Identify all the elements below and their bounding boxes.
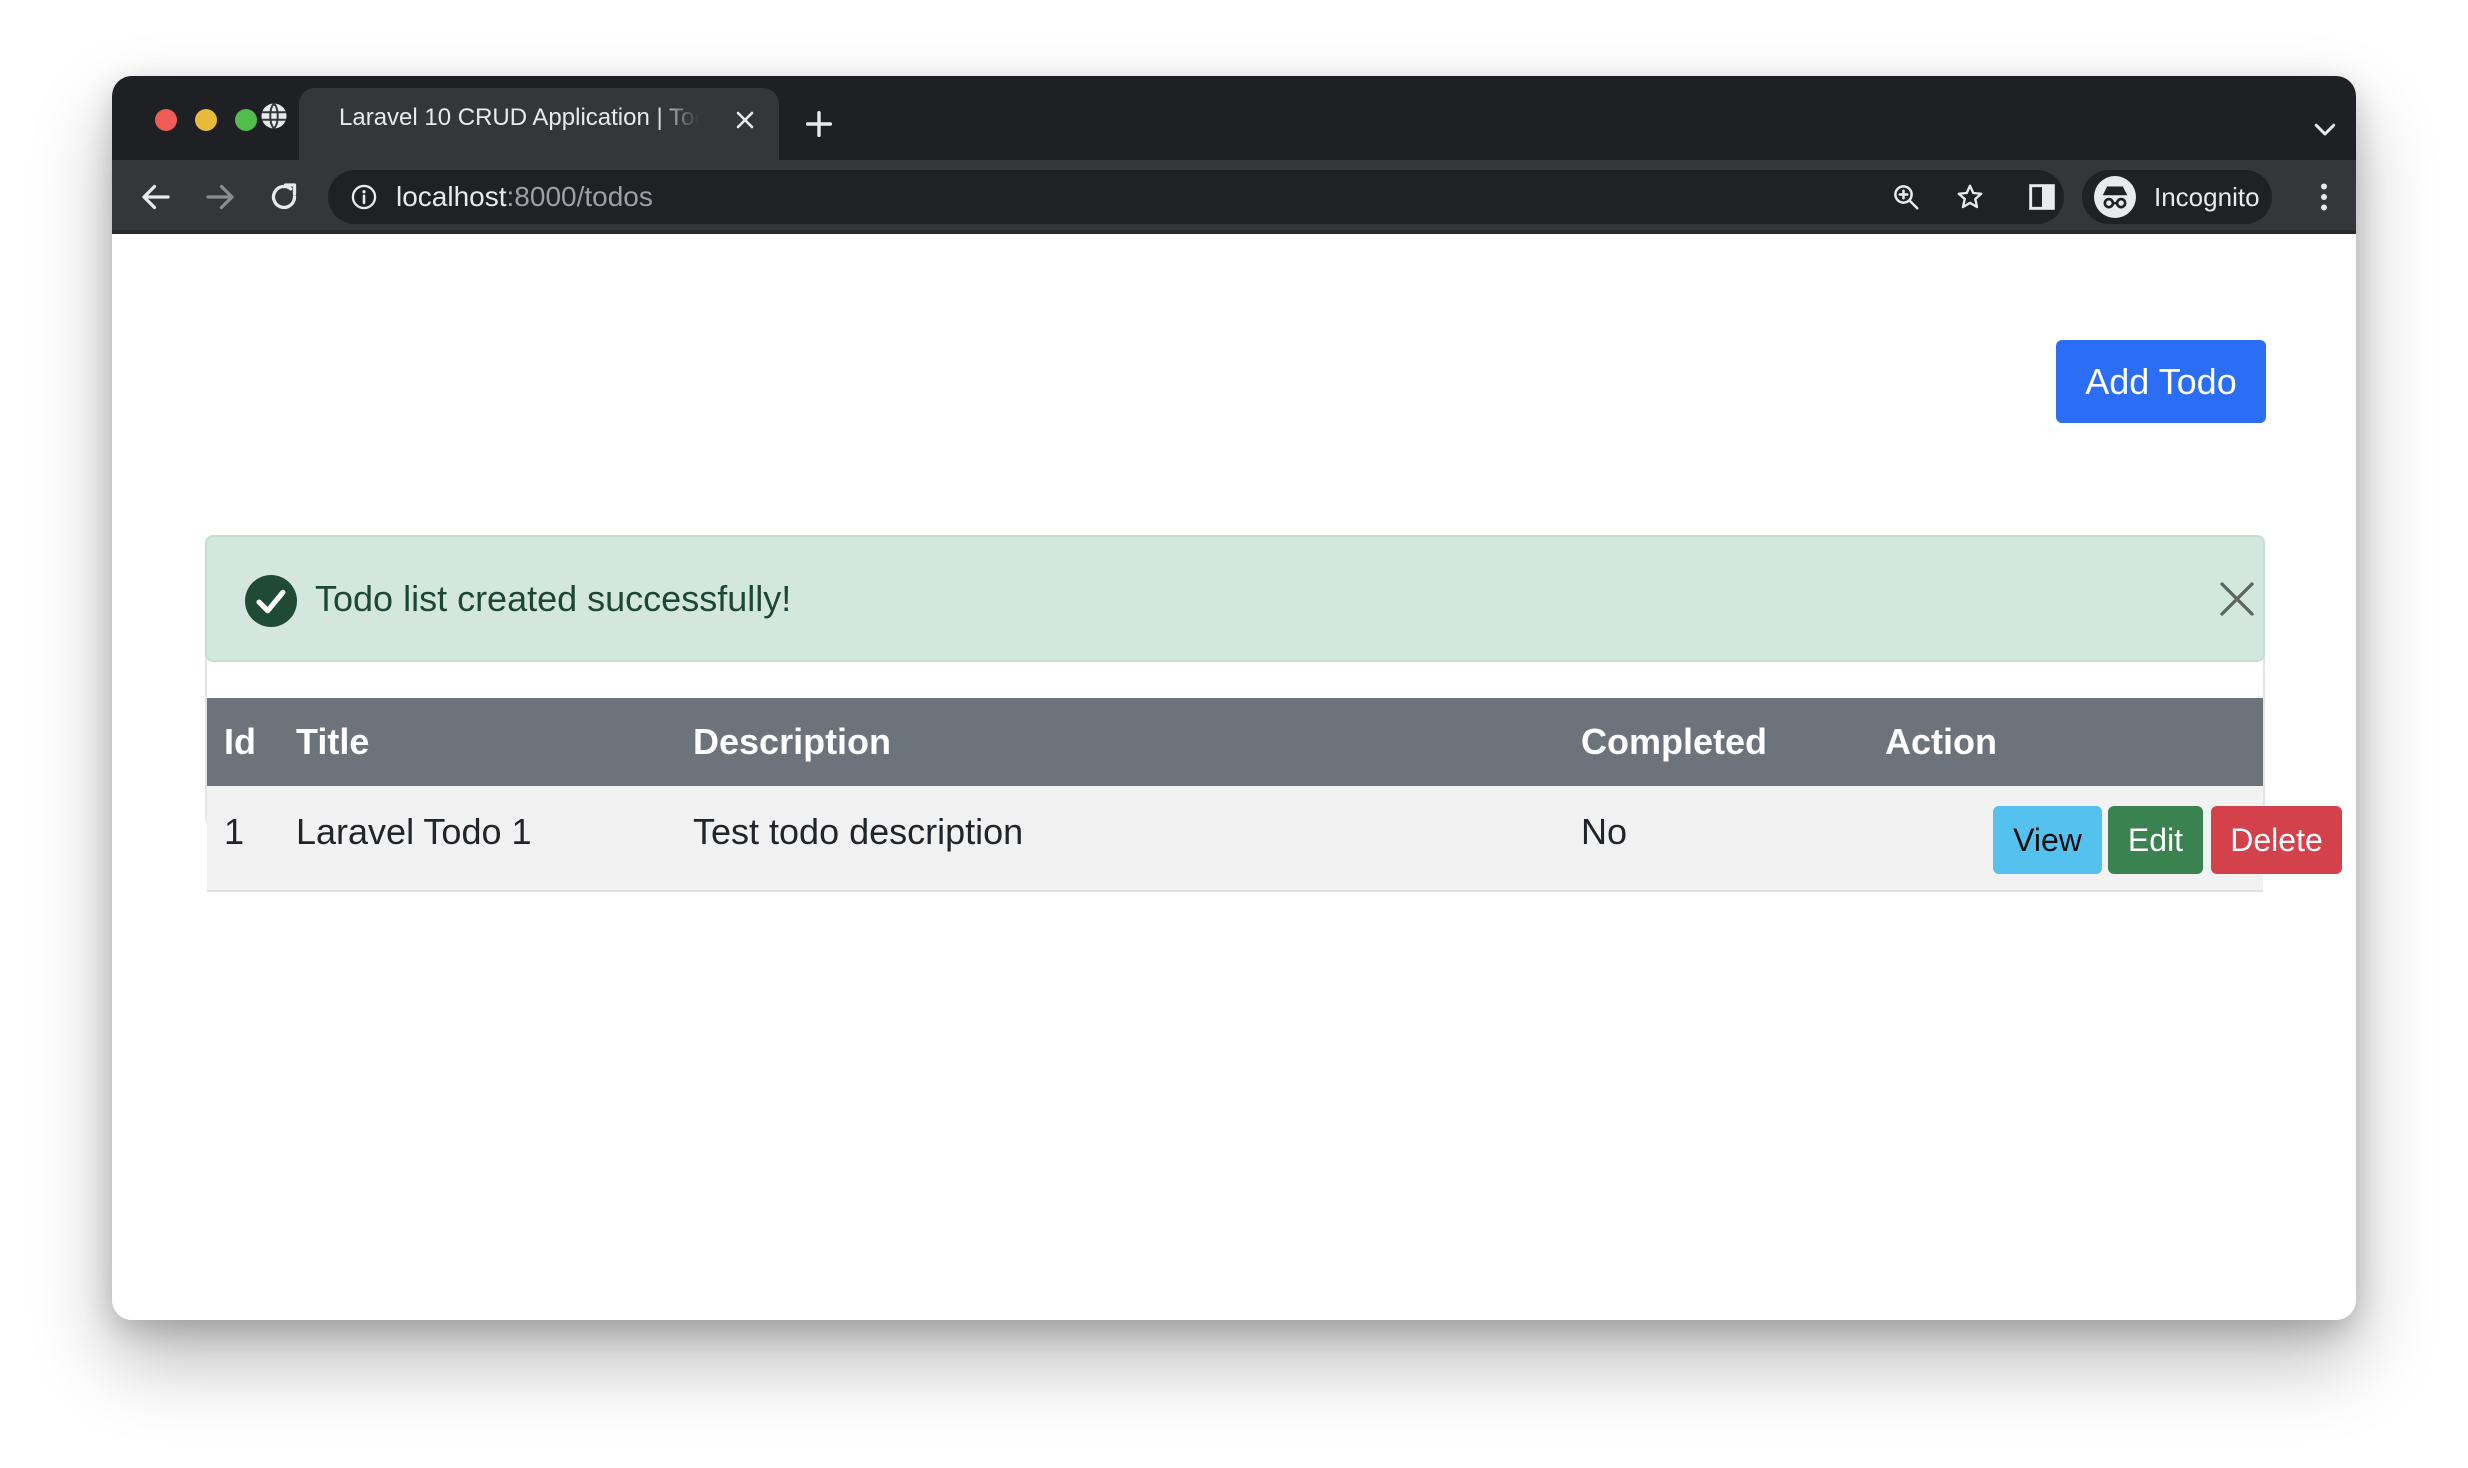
tab-title: Laravel 10 CRUD Application | Todo App <box>339 104 699 131</box>
add-todo-button[interactable]: Add Todo <box>2056 340 2266 423</box>
tab-strip: Laravel 10 CRUD Application | Todo App <box>112 76 2356 160</box>
check-circle-icon <box>245 575 297 627</box>
profile-label: Incognito <box>2154 182 2260 212</box>
active-tab[interactable]: Laravel 10 CRUD Application | Todo App <box>261 88 779 160</box>
desktop-background: Laravel 10 CRUD Application | Todo App <box>0 0 2468 1468</box>
new-tab-icon[interactable] <box>802 107 836 141</box>
close-icon[interactable] <box>2217 579 2257 619</box>
column-header-action: Action <box>1885 721 1997 762</box>
column-header-completed: Completed <box>1581 721 1768 762</box>
maximize-window-button[interactable] <box>235 109 257 131</box>
browser-window: Laravel 10 CRUD Application | Todo App <box>112 76 2356 1320</box>
delete-button[interactable]: Delete <box>2211 806 2342 874</box>
incognito-profile-button[interactable]: Incognito <box>2082 170 2272 224</box>
globe-icon <box>261 102 287 130</box>
url-text: localhost:8000/todos <box>396 170 653 224</box>
cell-description: Test todo description <box>693 811 1024 852</box>
cell-id: 1 <box>224 811 245 852</box>
reload-icon[interactable] <box>266 179 302 215</box>
close-window-button[interactable] <box>155 109 177 131</box>
browser-toolbar: localhost:8000/todos Incognito <box>112 160 2356 234</box>
forward-arrow-icon[interactable] <box>202 179 238 215</box>
minimize-window-button[interactable] <box>195 109 217 131</box>
success-alert: Todo list created successfully! <box>205 535 2265 662</box>
table-header: Id Title Description Completed Action <box>207 698 2263 786</box>
column-header-title: Title <box>296 721 370 762</box>
alert-message: Todo list created successfully! <box>315 578 792 619</box>
side-panel-icon[interactable] <box>2026 181 2058 213</box>
url-host: localhost <box>396 181 507 212</box>
kebab-menu-icon[interactable] <box>2306 179 2342 215</box>
incognito-icon <box>2094 176 2136 218</box>
cell-completed: No <box>1581 811 1628 852</box>
zoom-icon[interactable] <box>1891 182 1921 212</box>
view-button[interactable]: View <box>1993 806 2102 874</box>
table-row: 1 Laravel Todo 1 Test todo description N… <box>207 786 2342 892</box>
address-bar[interactable]: localhost:8000/todos <box>328 170 2064 224</box>
column-header-id: Id <box>224 721 256 762</box>
bookmark-star-icon[interactable] <box>1955 182 1985 212</box>
cell-title: Laravel Todo 1 <box>296 811 532 852</box>
tab-close-icon[interactable] <box>731 106 759 134</box>
url-path: :8000/todos <box>506 181 653 212</box>
column-header-description: Description <box>693 721 892 762</box>
page-content: Add Todo Todo list created successfully!… <box>112 234 2356 1320</box>
chevron-down-icon[interactable] <box>2310 114 2340 144</box>
info-icon[interactable] <box>350 183 378 211</box>
edit-button[interactable]: Edit <box>2108 806 2203 874</box>
back-arrow-icon[interactable] <box>138 179 174 215</box>
